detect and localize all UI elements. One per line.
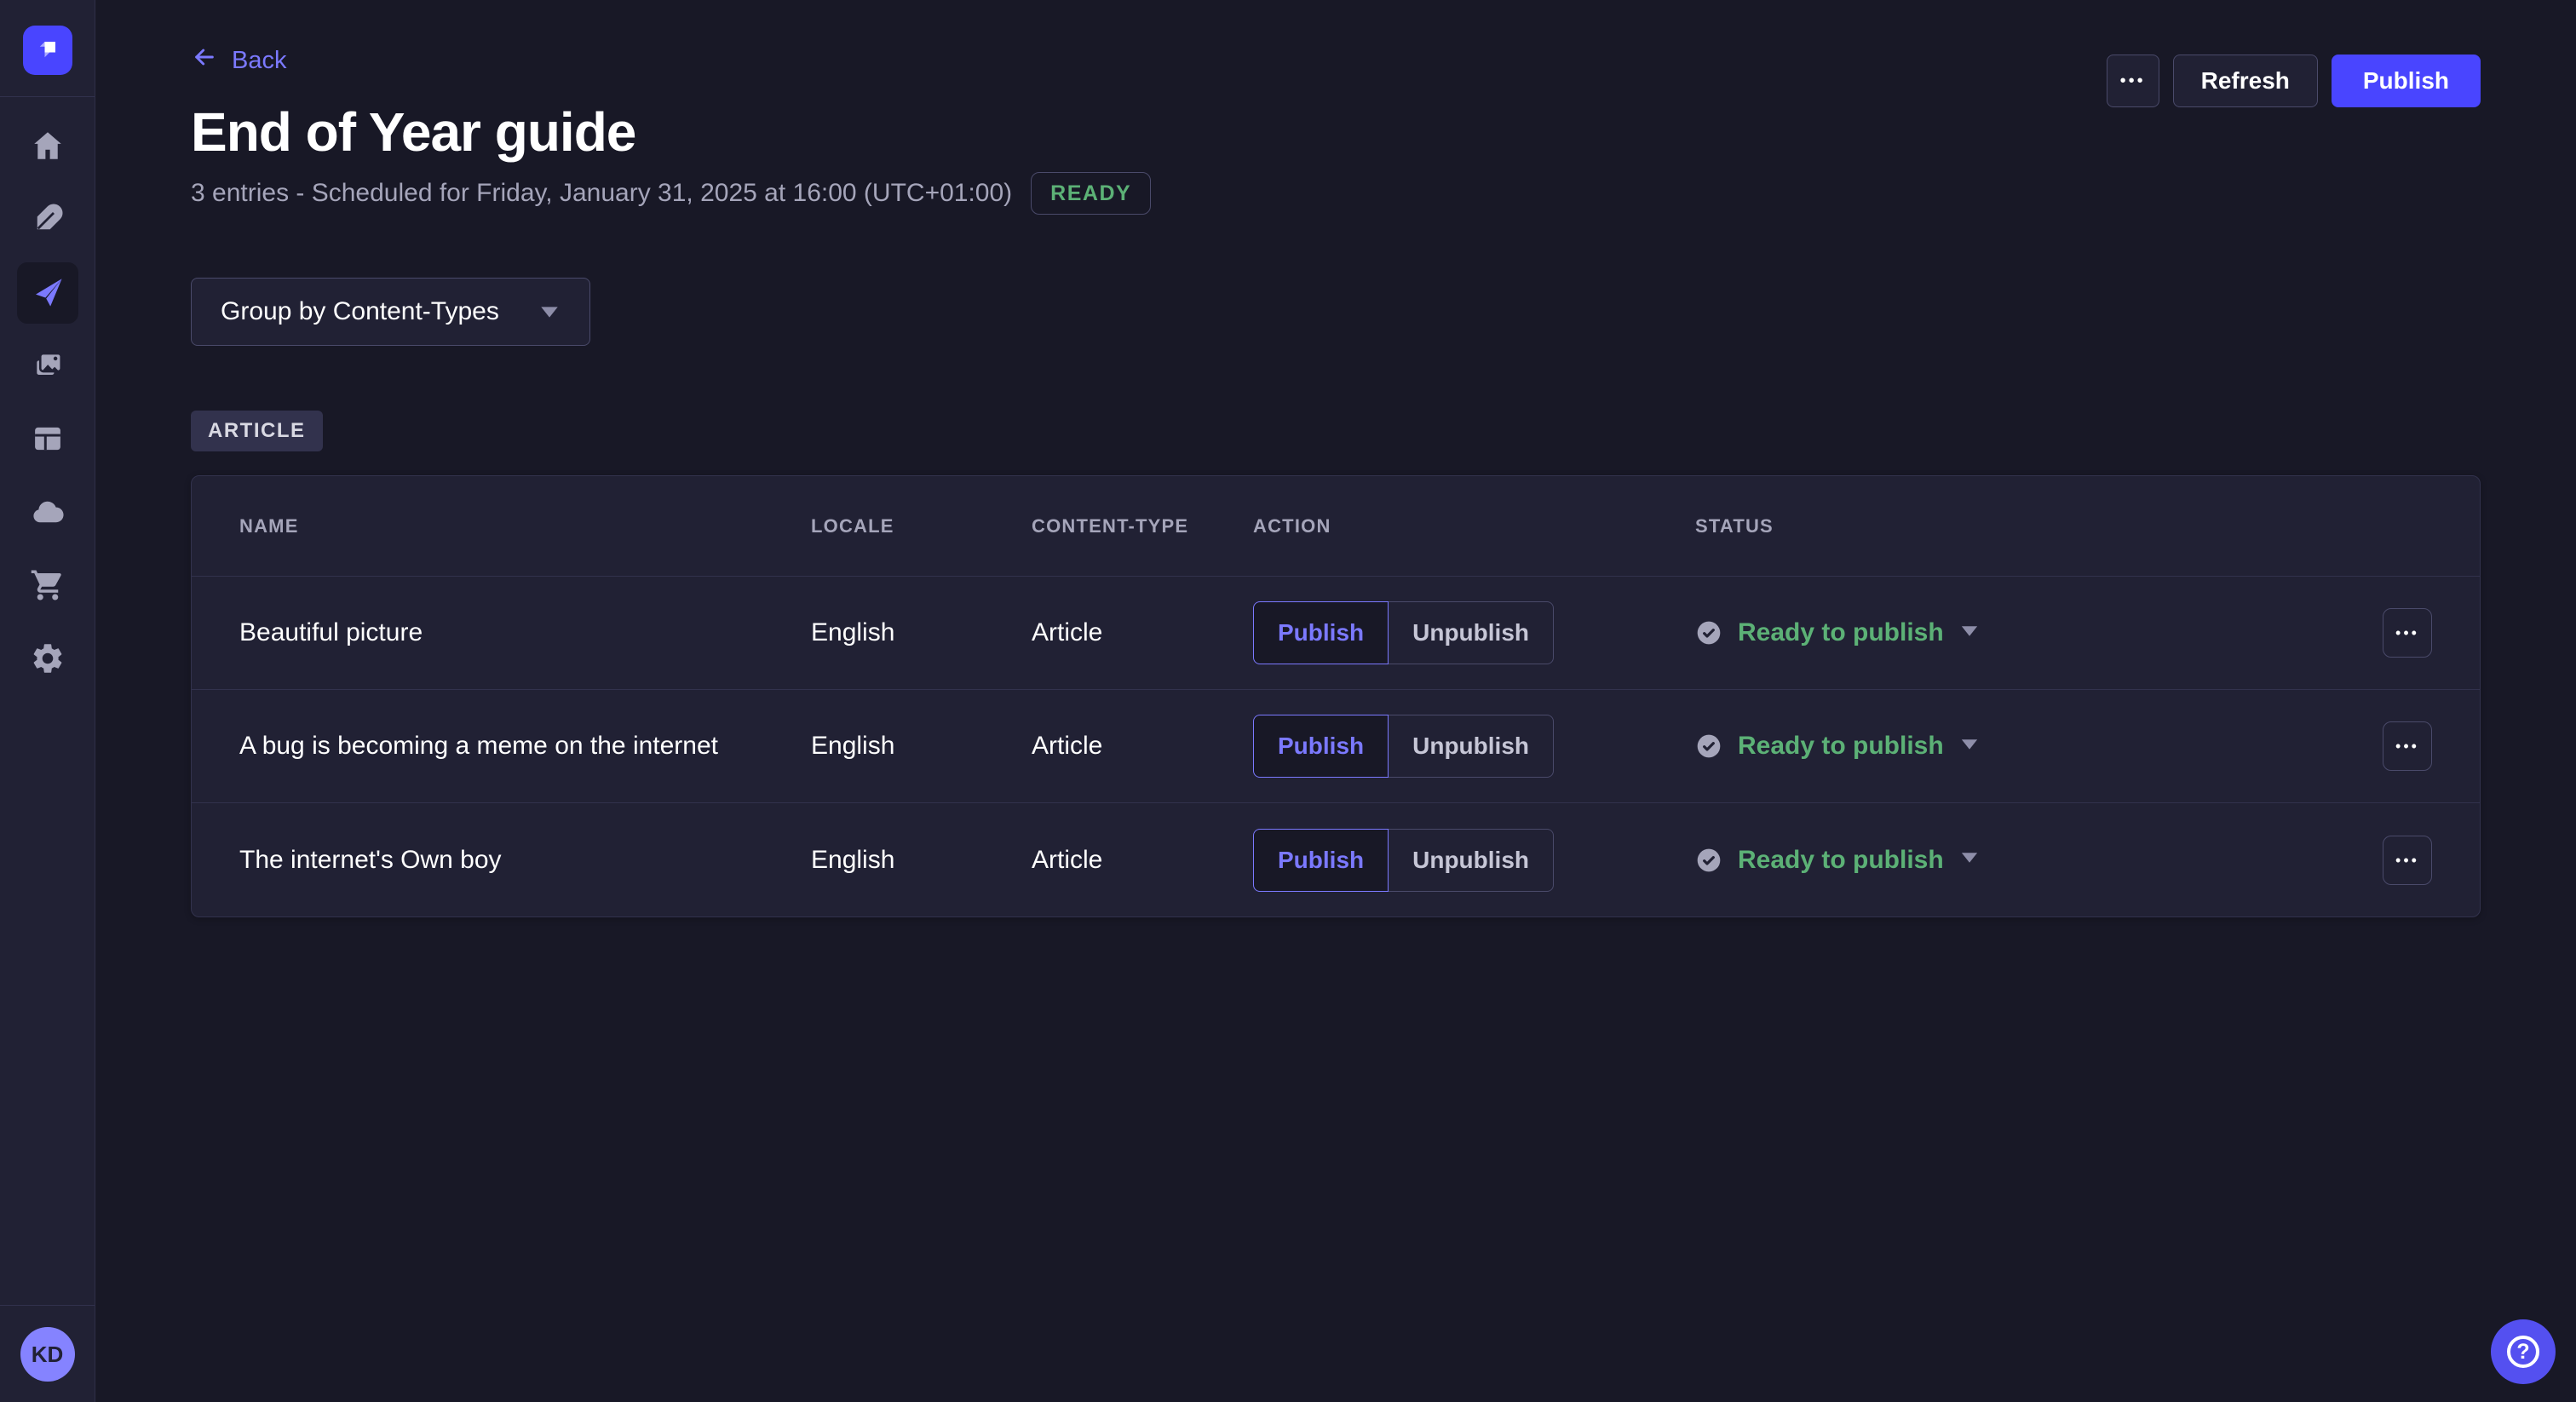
more-actions-button[interactable]: ••• xyxy=(2107,55,2159,107)
entry-locale: English xyxy=(811,846,1032,875)
entry-name: The internet's Own boy xyxy=(239,846,811,875)
sidebar-item-settings[interactable] xyxy=(17,629,78,690)
question-circle-icon: ? xyxy=(2507,1336,2539,1368)
table-row[interactable]: A bug is becoming a meme on the internet… xyxy=(192,690,2480,803)
arrow-left-icon xyxy=(191,43,218,78)
check-circle-icon xyxy=(1695,847,1722,874)
sidebar-bottom-divider xyxy=(0,1305,95,1306)
app-logo-button[interactable] xyxy=(23,26,72,75)
layout-icon xyxy=(30,421,66,459)
sidebar: KD xyxy=(0,0,95,1402)
chevron-down-icon xyxy=(538,297,561,326)
content-type-group-tag: ARTICLE xyxy=(191,411,323,451)
strapi-logo-icon xyxy=(35,37,60,65)
entry-status-dropdown[interactable]: Ready to publish xyxy=(1695,618,2311,647)
sidebar-item-deploy[interactable] xyxy=(17,482,78,543)
group-by-select[interactable]: Group by Content-Types xyxy=(191,278,590,346)
main-content: Back End of Year guide 3 entries - Sched… xyxy=(95,0,2576,917)
row-more-button[interactable]: ••• xyxy=(2383,608,2432,658)
feather-icon xyxy=(30,201,66,239)
row-unpublish-button[interactable]: Unpublish xyxy=(1388,829,1554,892)
entry-status-dropdown[interactable]: Ready to publish xyxy=(1695,732,2311,761)
page-title: End of Year guide xyxy=(191,101,2481,164)
entry-name: A bug is becoming a meme on the internet xyxy=(239,732,811,761)
refresh-button[interactable]: Refresh xyxy=(2173,55,2318,107)
release-subtitle: 3 entries - Scheduled for Friday, Januar… xyxy=(191,179,1012,208)
column-header-action: ACTION xyxy=(1253,515,1695,537)
entry-name: Beautiful picture xyxy=(239,618,811,647)
ellipsis-icon: ••• xyxy=(2120,72,2146,89)
row-publish-button[interactable]: Publish xyxy=(1253,715,1389,778)
help-button[interactable]: ? xyxy=(2491,1319,2556,1384)
header-actions: ••• Refresh Publish xyxy=(2107,55,2481,107)
status-label: Ready to publish xyxy=(1738,618,1944,647)
subtitle-row: 3 entries - Scheduled for Friday, Januar… xyxy=(191,172,2481,215)
check-circle-icon xyxy=(1695,619,1722,646)
sidebar-item-releases[interactable] xyxy=(17,262,78,324)
paper-plane-icon xyxy=(30,274,66,313)
entry-locale: English xyxy=(811,618,1032,647)
check-circle-icon xyxy=(1695,733,1722,760)
sidebar-item-home[interactable] xyxy=(17,116,78,177)
row-unpublish-button[interactable]: Unpublish xyxy=(1388,715,1554,778)
publish-release-button[interactable]: Publish xyxy=(2332,55,2481,107)
row-publish-button[interactable]: Publish xyxy=(1253,829,1389,892)
status-label: Ready to publish xyxy=(1738,732,1944,761)
entries-table: NAME LOCALE CONTENT-TYPE ACTION STATUS B… xyxy=(191,475,2481,917)
entry-locale: English xyxy=(811,732,1032,761)
cart-icon xyxy=(30,567,66,606)
status-badge: READY xyxy=(1031,172,1151,215)
action-segmented-control: Publish Unpublish xyxy=(1253,715,1695,778)
sidebar-item-content-manager[interactable] xyxy=(17,189,78,250)
sidebar-item-media-library[interactable] xyxy=(17,336,78,397)
sidebar-divider xyxy=(0,96,95,97)
sidebar-item-marketplace[interactable] xyxy=(17,555,78,617)
table-header-row: NAME LOCALE CONTENT-TYPE ACTION STATUS xyxy=(192,476,2480,577)
sidebar-item-content-type-builder[interactable] xyxy=(17,409,78,470)
ellipsis-icon: ••• xyxy=(2395,853,2419,868)
column-header-content-type: CONTENT-TYPE xyxy=(1032,515,1253,537)
column-header-locale: LOCALE xyxy=(811,515,1032,537)
action-segmented-control: Publish Unpublish xyxy=(1253,829,1695,892)
row-publish-button[interactable]: Publish xyxy=(1253,601,1389,664)
question-mark: ? xyxy=(2516,1340,2529,1365)
user-avatar[interactable]: KD xyxy=(20,1327,75,1382)
sidebar-nav xyxy=(17,116,78,690)
group-by-value: Group by Content-Types xyxy=(221,297,499,326)
entry-content-type: Article xyxy=(1032,732,1253,761)
row-unpublish-button[interactable]: Unpublish xyxy=(1388,601,1554,664)
table-row[interactable]: The internet's Own boy English Article P… xyxy=(192,803,2480,916)
back-label: Back xyxy=(232,47,286,75)
avatar-initials: KD xyxy=(32,1342,64,1368)
table-row[interactable]: Beautiful picture English Article Publis… xyxy=(192,577,2480,690)
ellipsis-icon: ••• xyxy=(2395,738,2419,754)
row-more-button[interactable]: ••• xyxy=(2383,721,2432,771)
chevron-down-icon xyxy=(1959,624,1980,642)
status-label: Ready to publish xyxy=(1738,846,1944,875)
row-more-button[interactable]: ••• xyxy=(2383,836,2432,885)
column-header-name: NAME xyxy=(239,515,811,537)
chevron-down-icon xyxy=(1959,738,1980,756)
gear-icon xyxy=(30,641,66,679)
chevron-down-icon xyxy=(1959,851,1980,869)
cloud-icon xyxy=(30,494,66,532)
home-icon xyxy=(30,128,66,166)
back-link[interactable]: Back xyxy=(191,48,286,73)
entry-content-type: Article xyxy=(1032,618,1253,647)
entry-content-type: Article xyxy=(1032,846,1253,875)
images-icon xyxy=(30,348,66,386)
entry-status-dropdown[interactable]: Ready to publish xyxy=(1695,846,2311,875)
ellipsis-icon: ••• xyxy=(2395,625,2419,641)
action-segmented-control: Publish Unpublish xyxy=(1253,601,1695,664)
column-header-status: STATUS xyxy=(1695,515,2311,537)
